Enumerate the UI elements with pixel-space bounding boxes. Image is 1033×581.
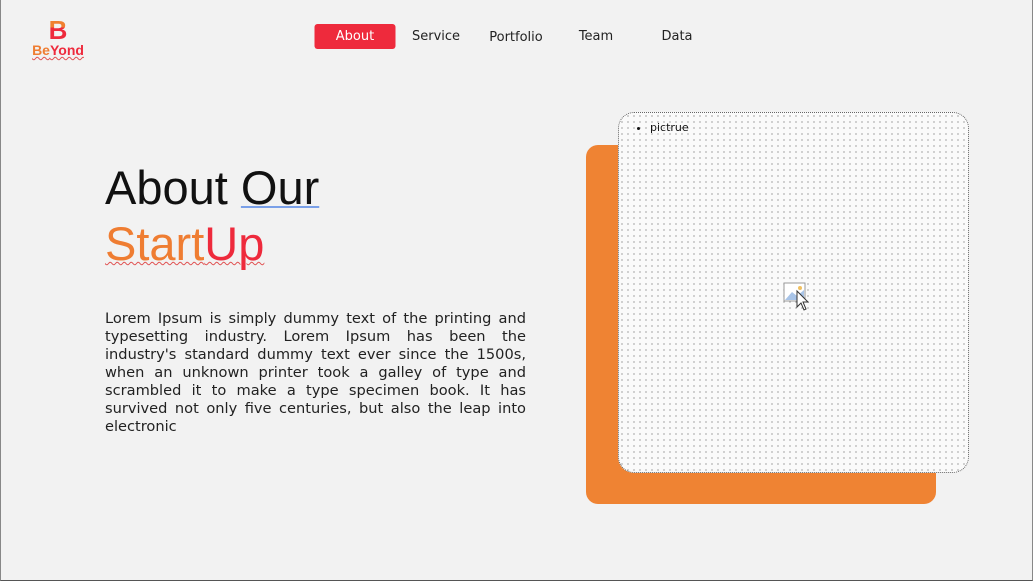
nav-team[interactable]: Team	[579, 24, 613, 49]
logo-text: BeYond	[32, 42, 84, 58]
picture-caption: pictrue	[650, 121, 689, 134]
about-description: Lorem Ipsum is simply dummy text of the …	[105, 310, 526, 435]
page-title: About Our StartUp	[105, 161, 320, 270]
logo[interactable]: B BeYond	[30, 17, 86, 58]
logo-mark: B	[30, 17, 86, 43]
nav-data[interactable]: Data	[661, 24, 692, 49]
image-placeholder-icon	[783, 282, 810, 311]
nav-portfolio[interactable]: Portfolio	[489, 25, 542, 50]
picture-placeholder[interactable]: pictrue	[618, 112, 969, 473]
nav-about[interactable]: About	[314, 24, 396, 49]
nav-service[interactable]: Service	[412, 24, 460, 49]
